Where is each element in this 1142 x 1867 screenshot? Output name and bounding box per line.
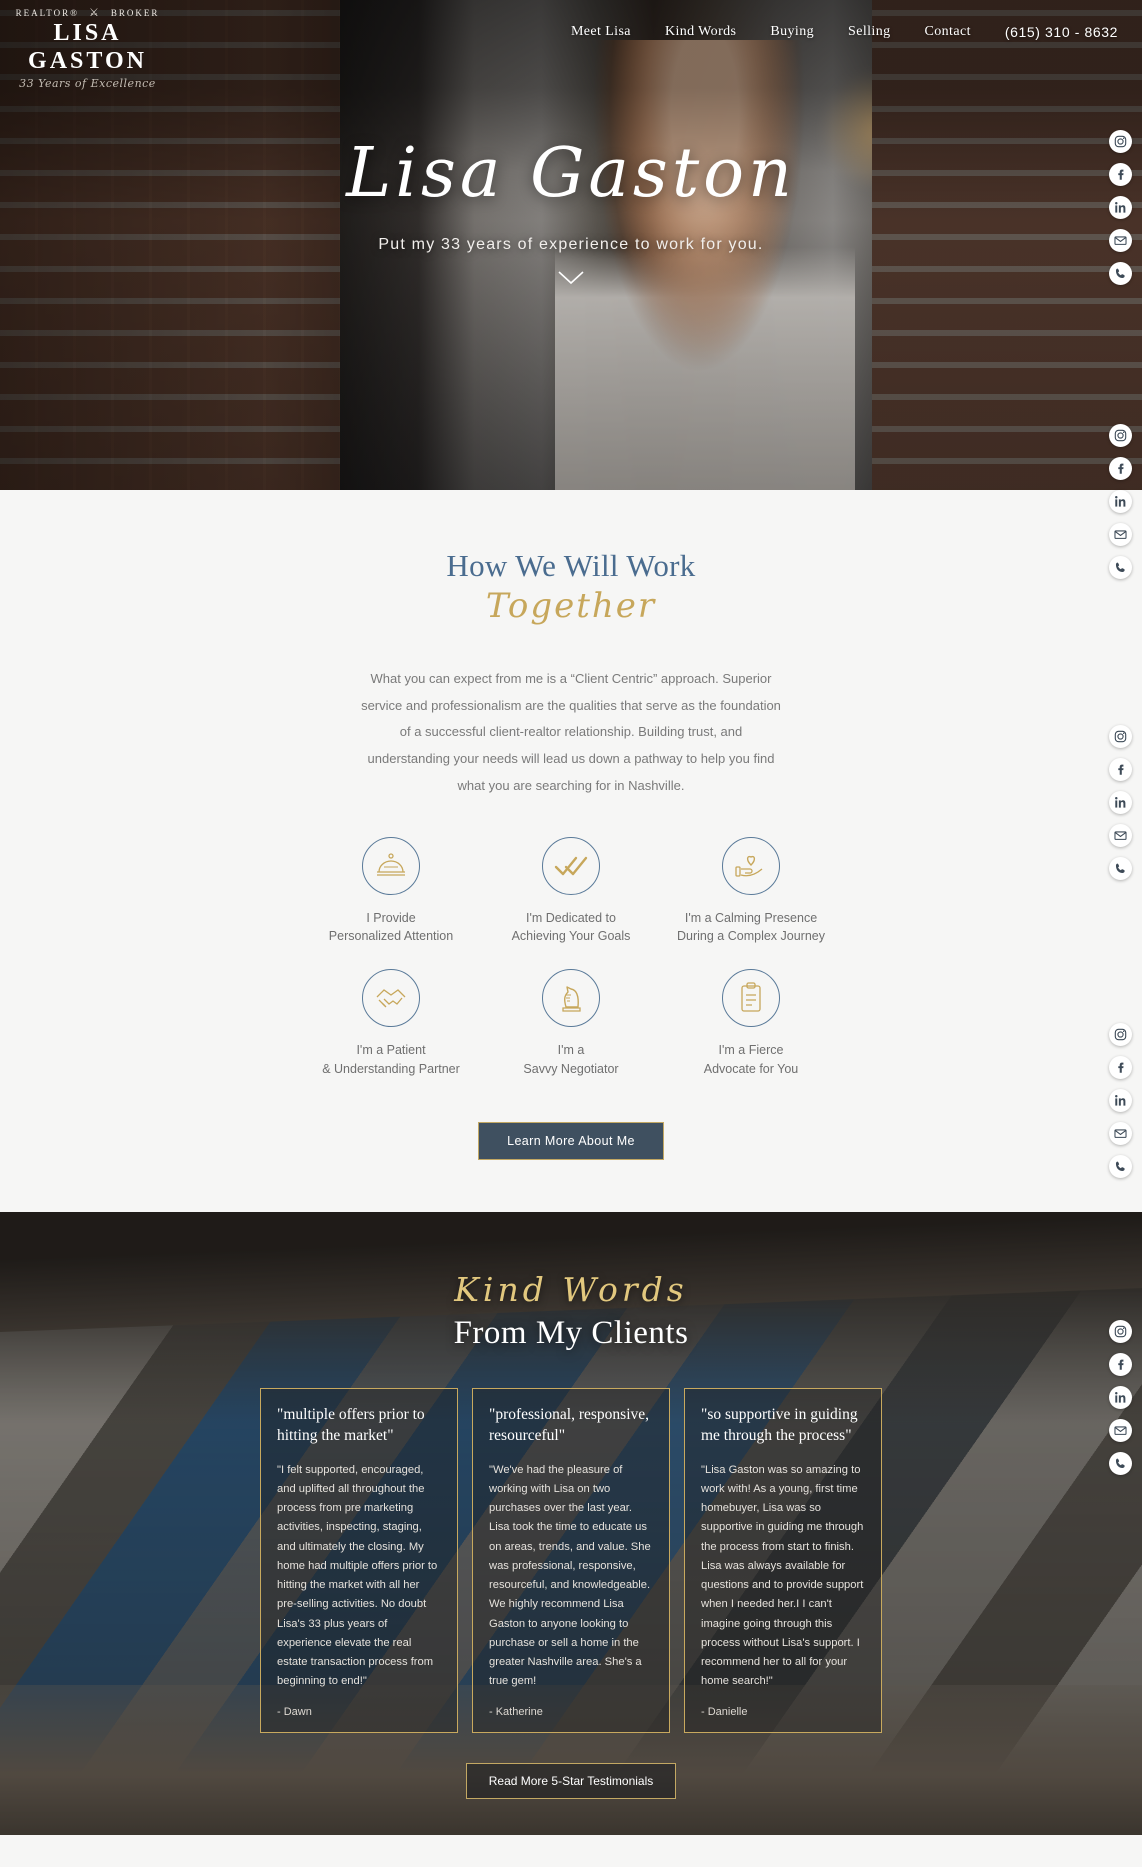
instagram-icon[interactable] (1109, 1023, 1132, 1046)
nav-item-meet-lisa[interactable]: Meet Lisa (571, 24, 631, 40)
nav-item-buying[interactable]: Buying (770, 24, 814, 40)
feature-item-achieving-goals: I'm Dedicated to Achieving Your Goals (481, 837, 661, 945)
feature-label-line2: & Understanding Partner (322, 1061, 460, 1076)
feature-item-savvy-negotiator: I'm a Savvy Negotiator (481, 969, 661, 1077)
social-rail (1109, 130, 1132, 285)
testimonial-body: "I felt supported, encouraged, and uplif… (277, 1463, 438, 1688)
logo-eyebrow-right: BROKER (110, 7, 160, 18)
hero-subtitle: Put my 33 years of experience to work fo… (378, 236, 764, 253)
logo-name: LISA GASTON (28, 20, 147, 74)
testimonials-heading-primary: From My Clients (453, 1314, 689, 1351)
site-logo[interactable]: REALTOR® ⚔ BROKER LISA GASTON 33 Years o… (0, 0, 175, 90)
testimonial-card: "so supportive in guiding me through the… (684, 1387, 882, 1733)
testimonials-content: Kind Words From My Clients "multiple off… (0, 1270, 1142, 1799)
linkedin-icon[interactable] (1109, 791, 1132, 814)
instagram-icon[interactable] (1109, 725, 1132, 748)
crest-icon: ⚔ (88, 7, 101, 19)
phone-icon[interactable] (1109, 857, 1132, 880)
phone-icon[interactable] (1109, 262, 1132, 285)
linkedin-icon[interactable] (1109, 196, 1132, 219)
facebook-icon[interactable] (1109, 163, 1132, 186)
social-rail (1109, 1023, 1132, 1178)
chess-knight-icon (542, 969, 600, 1028)
feature-label-line1: I'm a (557, 1043, 585, 1058)
how-we-work-section: How We Will Work Together What you can e… (0, 490, 1142, 1212)
logo-tagline: 33 Years of Excellence (19, 77, 156, 91)
instagram-icon[interactable] (1109, 424, 1132, 447)
testimonial-author: - Danielle (701, 1705, 748, 1718)
work-heading-script: Together (485, 586, 657, 626)
read-more-testimonials-button[interactable]: Read More 5-Star Testimonials (465, 1762, 677, 1799)
feature-item-fierce-advocate: I'm a Fierce Advocate for You (661, 969, 841, 1077)
testimonial-author: - Dawn (277, 1705, 312, 1718)
work-paragraph: What you can expect from me is a “Client… (361, 671, 781, 793)
facebook-icon[interactable] (1109, 1056, 1132, 1079)
logo-eyebrow-left: REALTOR® (15, 7, 79, 18)
testimonial-body: "We've had the pleasure of working with … (489, 1463, 651, 1688)
testimonial-title: "so supportive in guiding me through the… (701, 1405, 858, 1444)
social-rail (1109, 1320, 1132, 1475)
facebook-icon[interactable] (1109, 1353, 1132, 1376)
feature-label-line2: Savvy Negotiator (523, 1061, 619, 1076)
testimonial-author: - Katherine (489, 1705, 543, 1718)
email-icon[interactable] (1109, 1122, 1132, 1145)
logo-eyebrow: REALTOR® ⚔ BROKER (0, 6, 175, 19)
work-heading-primary: How We Will Work (446, 548, 696, 583)
instagram-icon[interactable] (1109, 1320, 1132, 1343)
main-nav: Meet Lisa Kind Words Buying Selling Cont… (175, 0, 1142, 40)
feature-item-personalized-attention: I Provide Personalized Attention (301, 837, 481, 945)
testimonial-title: "professional, responsive, resourceful" (489, 1405, 650, 1444)
hand-heart-icon (722, 837, 780, 896)
service-dome-icon (362, 837, 420, 896)
linkedin-icon[interactable] (1109, 1089, 1132, 1112)
testimonials-heading-script: Kind Words (454, 1269, 688, 1309)
hero-title: Lisa Gaston (346, 134, 796, 213)
hero-section: REALTOR® ⚔ BROKER LISA GASTON 33 Years o… (0, 0, 1142, 490)
feature-label-line2: Advocate for You (703, 1061, 799, 1076)
header-phone-link[interactable]: (615) 310 - 8632 (1005, 24, 1118, 40)
instagram-icon[interactable] (1109, 130, 1132, 153)
social-rail (1109, 725, 1132, 880)
feature-label-line1: I'm a Calming Presence (684, 911, 818, 926)
feature-label-line1: I'm a Patient (356, 1043, 426, 1058)
facebook-icon[interactable] (1109, 457, 1132, 480)
phone-icon[interactable] (1109, 1452, 1132, 1475)
testimonial-card: "professional, responsive, resourceful" … (472, 1387, 670, 1733)
feature-label-line1: I'm a Fierce (718, 1043, 784, 1058)
handshake-icon (362, 969, 420, 1028)
feature-item-patient-partner: I'm a Patient & Understanding Partner (301, 969, 481, 1077)
email-icon[interactable] (1109, 824, 1132, 847)
social-rail (1109, 424, 1132, 579)
email-icon[interactable] (1109, 523, 1132, 546)
testimonial-title: "multiple offers prior to hitting the ma… (277, 1405, 425, 1444)
phone-icon[interactable] (1109, 556, 1132, 579)
email-icon[interactable] (1109, 1419, 1132, 1442)
feature-label-line1: I'm Dedicated to (526, 911, 616, 926)
testimonials-section: Kind Words From My Clients "multiple off… (0, 1211, 1142, 1835)
testimonial-cards: "multiple offers prior to hitting the ma… (0, 1387, 1142, 1733)
linkedin-icon[interactable] (1109, 1386, 1132, 1409)
testimonial-card: "multiple offers prior to hitting the ma… (260, 1387, 458, 1733)
feature-label-line2: Achieving Your Goals (511, 929, 631, 944)
linkedin-icon[interactable] (1109, 490, 1132, 513)
feature-label-line2: Personalized Attention (328, 929, 454, 944)
feature-grid: I Provide Personalized Attention I'm Ded… (301, 837, 841, 1078)
phone-icon[interactable] (1109, 1155, 1132, 1178)
hero-content: Lisa Gaston Put my 33 years of experienc… (0, 140, 1142, 286)
facebook-icon[interactable] (1109, 758, 1132, 781)
nav-item-kind-words[interactable]: Kind Words (665, 24, 736, 40)
learn-more-button[interactable]: Learn More About Me (478, 1121, 664, 1160)
page-root: REALTOR® ⚔ BROKER LISA GASTON 33 Years o… (0, 0, 1142, 1835)
chevron-down-icon[interactable] (557, 270, 585, 286)
clipboard-icon (722, 969, 780, 1028)
feature-label-line2: During a Complex Journey (677, 929, 825, 944)
nav-item-selling[interactable]: Selling (848, 24, 890, 40)
email-icon[interactable] (1109, 229, 1132, 252)
site-header: REALTOR® ⚔ BROKER LISA GASTON 33 Years o… (0, 0, 1142, 90)
double-check-icon (542, 837, 600, 896)
feature-label-line1: I Provide (366, 911, 416, 926)
nav-item-contact[interactable]: Contact (925, 24, 971, 40)
testimonial-body: "Lisa Gaston was so amazing to work with… (701, 1463, 864, 1688)
feature-item-calming-presence: I'm a Calming Presence During a Complex … (661, 837, 841, 945)
